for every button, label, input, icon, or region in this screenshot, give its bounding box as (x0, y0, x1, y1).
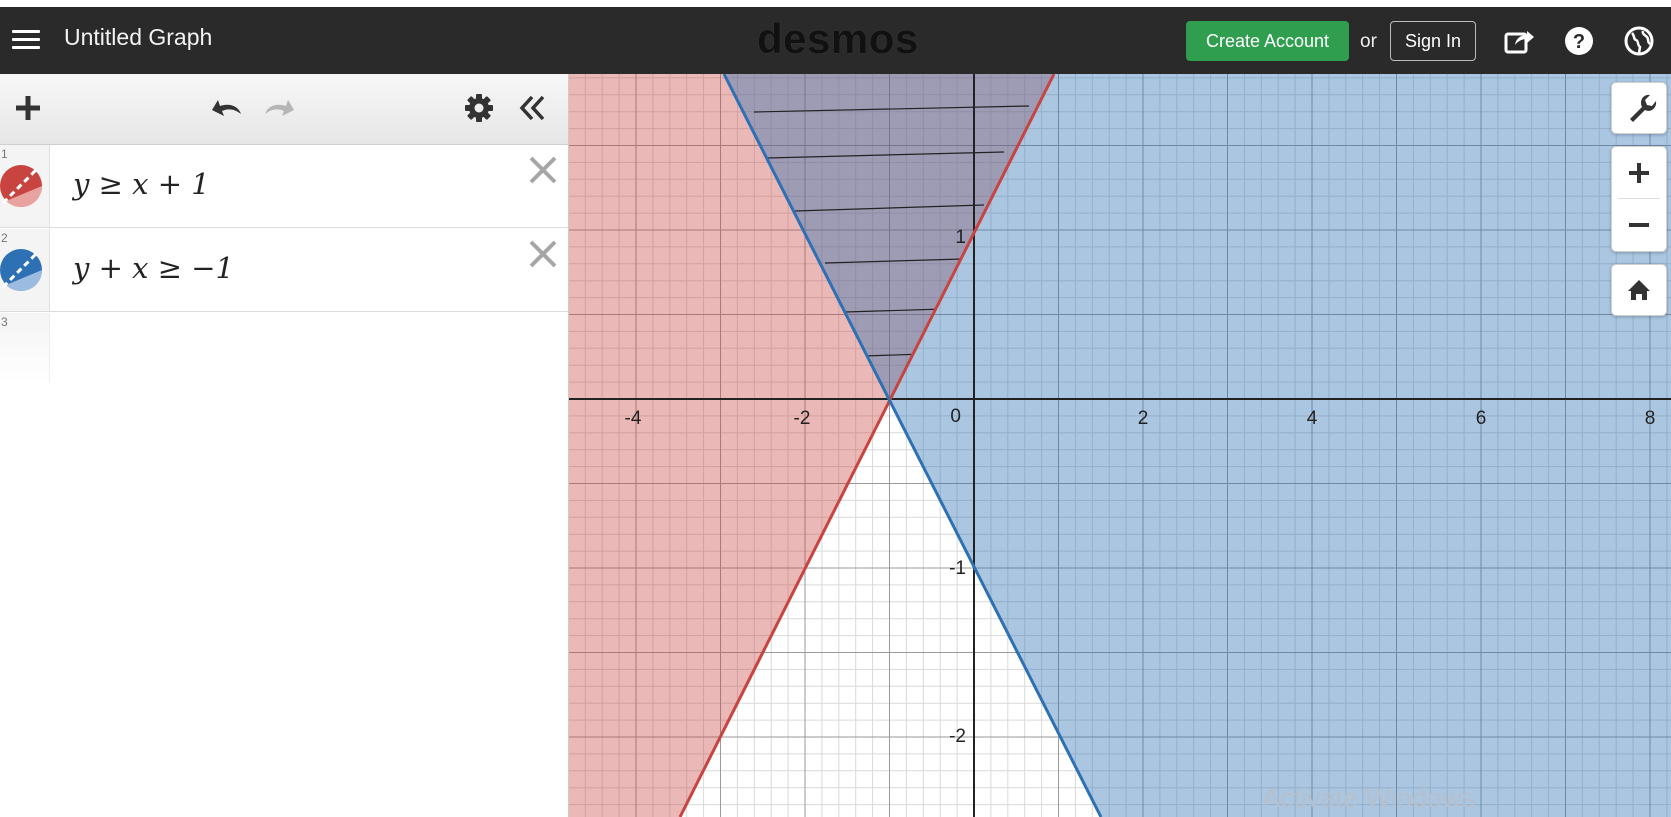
add-icon[interactable] (14, 94, 42, 122)
expression-row-2[interactable]: 2 y + x ≥ −1 (0, 229, 568, 312)
activate-windows-watermark: Activate Windows (1262, 783, 1475, 813)
x-tick-label: 2 (1138, 408, 1149, 429)
expression-number: 3 (1, 315, 8, 329)
help-icon[interactable]: ? (1563, 25, 1595, 57)
color-swatch-red[interactable] (0, 165, 42, 207)
delete-expression-icon[interactable] (528, 155, 558, 185)
graph-canvas[interactable]: -4 -2 0 2 4 6 8 1 -1 -2 Activate Windows (569, 74, 1671, 817)
desmos-logo: desmos (757, 15, 919, 62)
expression-row-3[interactable]: 3 (0, 313, 568, 383)
delete-expression-icon[interactable] (528, 239, 558, 269)
svg-text:?: ? (1573, 31, 1585, 53)
menu-icon[interactable] (10, 27, 42, 53)
top-bar: Untitled Graph desmos Create Account or … (0, 7, 1671, 74)
graph-settings-button[interactable] (1611, 82, 1667, 134)
sign-in-button[interactable]: Sign In (1390, 21, 1476, 61)
origin-label: 0 (950, 406, 961, 427)
color-swatch-blue[interactable] (0, 249, 42, 291)
create-account-button[interactable]: Create Account (1186, 21, 1349, 61)
x-tick-label: -2 (794, 408, 811, 429)
globe-icon[interactable] (1623, 25, 1655, 57)
zoom-in-icon[interactable] (1612, 147, 1666, 199)
redo-icon[interactable] (262, 94, 298, 122)
zoom-controls (1611, 146, 1667, 252)
top-strip (0, 0, 1671, 7)
x-tick-label: 6 (1476, 408, 1487, 429)
home-view-button[interactable] (1611, 264, 1667, 316)
undo-icon[interactable] (208, 94, 244, 122)
home-icon (1628, 280, 1650, 300)
expression-toolbar (0, 74, 568, 145)
y-tick-label: -2 (949, 726, 966, 747)
wrench-icon (1630, 94, 1657, 122)
expression-number: 2 (1, 231, 8, 245)
x-tick-label: -4 (625, 408, 642, 429)
graph-title[interactable]: Untitled Graph (64, 24, 212, 51)
expression-number: 1 (1, 147, 8, 161)
expression-math[interactable]: y ≥ x + 1 (73, 167, 210, 201)
zoom-out-icon[interactable] (1612, 199, 1666, 251)
expression-gutter: 1 (0, 145, 50, 227)
or-text: or (1360, 31, 1377, 52)
expression-panel: 1 y ≥ x + 1 2 y + x ≥ −1 3 (0, 74, 569, 817)
expression-row-1[interactable]: 1 y ≥ x + 1 (0, 145, 568, 228)
x-tick-label: 4 (1307, 408, 1318, 429)
x-tick-label: 8 (1645, 408, 1656, 429)
y-tick-label: 1 (955, 227, 966, 248)
settings-icon[interactable] (464, 93, 494, 123)
graph-svg: -4 -2 0 2 4 6 8 1 -1 -2 Activate Windows (569, 74, 1671, 817)
collapse-panel-icon[interactable] (518, 94, 548, 122)
share-icon[interactable] (1503, 25, 1535, 57)
expression-math[interactable]: y + x ≥ −1 (73, 251, 234, 285)
expression-gutter: 2 (0, 229, 50, 311)
expression-gutter: 3 (0, 313, 50, 383)
y-tick-label: -1 (949, 558, 966, 579)
